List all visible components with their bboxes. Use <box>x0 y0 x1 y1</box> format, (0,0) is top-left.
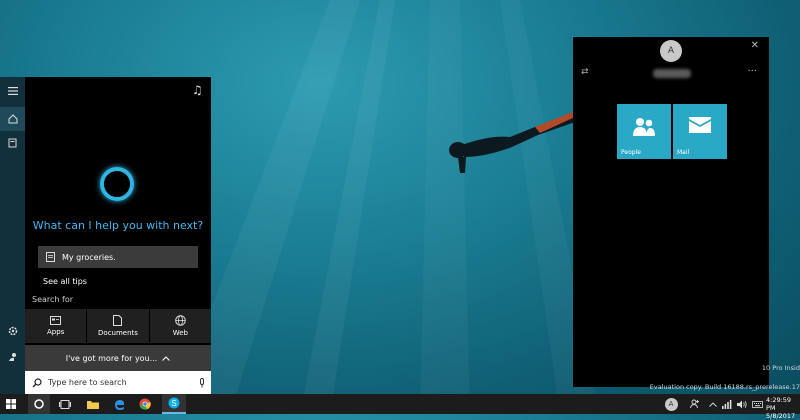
note-icon <box>38 252 62 262</box>
hamburger-menu-icon[interactable] <box>0 79 25 103</box>
see-all-tips-link[interactable]: See all tips <box>43 277 87 286</box>
music-note-icon[interactable]: ♫ <box>192 83 203 97</box>
notebook-icon[interactable] <box>0 131 25 155</box>
category-apps-label: Apps <box>47 328 65 336</box>
mail-tile-label: Mail <box>677 149 690 156</box>
search-input[interactable]: Type here to search <box>48 378 199 387</box>
chrome-icon <box>139 398 151 410</box>
task-view-button[interactable] <box>54 394 76 414</box>
file-explorer-button[interactable] <box>82 394 104 414</box>
windows-logo-icon <box>6 399 16 409</box>
skype-button[interactable]: S <box>162 394 186 414</box>
globe-icon <box>175 315 186 326</box>
edition-watermark: 10 Pro Insid <box>761 364 800 372</box>
more-label: I've got more for you... <box>65 353 158 363</box>
folder-icon <box>87 400 99 409</box>
category-web-label: Web <box>172 329 188 337</box>
close-icon[interactable]: ✕ <box>751 40 759 51</box>
chevron-up-tray-icon[interactable] <box>709 394 717 414</box>
start-button[interactable] <box>0 394 22 414</box>
chrome-browser-button[interactable] <box>134 394 156 414</box>
document-icon <box>113 315 123 326</box>
people-panel: A ✕ ⇄ ··· People Mail <box>573 37 769 387</box>
search-categories: Apps Documents Web <box>25 309 211 343</box>
tip-suggestion[interactable]: My groceries. <box>38 246 198 268</box>
network-icon[interactable] <box>722 394 732 414</box>
people-tile[interactable]: People <box>617 104 671 159</box>
microphone-icon[interactable] <box>199 377 205 388</box>
chevron-up-icon <box>162 354 171 363</box>
contact-avatar[interactable]: A <box>660 40 682 62</box>
edge-icon <box>114 399 124 410</box>
system-clock[interactable]: 4:29:59 PM 5/8/2017 <box>766 396 800 420</box>
keyboard-icon[interactable] <box>752 394 763 414</box>
clock-time: 4:29:59 PM <box>766 396 792 412</box>
svg-text:S: S <box>171 399 176 408</box>
people-icon <box>633 118 655 136</box>
category-documents-label: Documents <box>98 329 138 337</box>
cortana-circle-icon <box>34 399 44 409</box>
taskbar-people-avatar[interactable]: A <box>663 394 679 414</box>
blurred-contact-name <box>653 69 691 78</box>
mail-tile[interactable]: Mail <box>673 104 727 159</box>
build-watermark: Evaluation copy. Build 16188.rs_prerelea… <box>649 383 800 391</box>
settings-gear-icon[interactable] <box>0 319 25 343</box>
mail-icon <box>689 117 711 133</box>
more-for-you-button[interactable]: I've got more for you... <box>25 345 211 371</box>
contacts-icon <box>690 399 699 409</box>
taskbar: S A 4:29:59 PM 5/8/2017 <box>0 394 800 420</box>
people-tile-label: People <box>621 149 641 156</box>
cortana-prompt: What can I help you with next? <box>32 219 204 232</box>
apps-icon <box>50 316 62 325</box>
category-documents-button[interactable]: Documents <box>87 309 149 343</box>
cortana-taskbar-button[interactable] <box>28 394 50 414</box>
taskbar-avatar-letter: A <box>664 397 678 411</box>
search-icon <box>32 377 42 388</box>
taskbar-search-box[interactable]: Type here to search <box>25 371 211 394</box>
feedback-icon[interactable] <box>0 345 25 369</box>
skype-icon: S <box>168 397 180 409</box>
edge-browser-button[interactable] <box>108 394 130 414</box>
wallpaper-swimmer <box>449 107 588 173</box>
cortana-nav-rail <box>0 77 25 394</box>
cortana-panel: ♫ What can I help you with next? My groc… <box>25 77 211 371</box>
task-view-icon <box>59 399 71 409</box>
volume-icon[interactable] <box>737 394 747 414</box>
home-icon[interactable] <box>0 107 25 131</box>
clock-date: 5/8/2017 <box>766 412 796 420</box>
more-options-icon[interactable]: ··· <box>747 66 757 77</box>
category-web-button[interactable]: Web <box>149 309 211 343</box>
tip-text: My groceries. <box>62 252 116 262</box>
swap-icon[interactable]: ⇄ <box>581 67 589 77</box>
cortana-ring-icon <box>100 167 134 201</box>
people-icon-tray[interactable] <box>690 394 700 414</box>
category-apps-button[interactable]: Apps <box>25 309 87 343</box>
search-for-label: Search for <box>32 295 74 304</box>
